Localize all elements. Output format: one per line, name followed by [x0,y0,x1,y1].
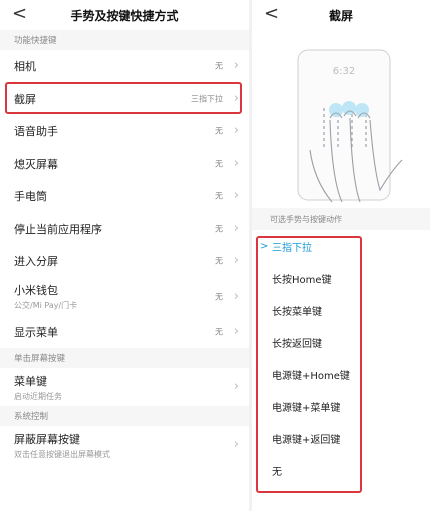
option-label: 电源键+Home键 [272,370,350,382]
gesture-illustration: 6:32 [252,30,430,208]
chevron-right-icon: › [233,188,239,203]
setting-row-flashlight[interactable]: 手电筒 无 › [0,180,249,213]
chevron-right-icon: › [233,123,239,138]
chevron-right-icon: › [233,288,239,304]
setting-row-mask-keys[interactable]: 屏蔽屏幕按键 双击任意按键退出屏幕模式 › [0,426,249,464]
setting-row-split-screen[interactable]: 进入分屏 无 › [0,245,249,278]
row-label: 进入分屏 [14,255,58,269]
row-subtitle: 公交/Mi Pay/门卡 [14,301,78,310]
option-label: 长按返回键 [272,338,322,350]
row-value: 无 [215,126,223,136]
setting-row-screenshot[interactable]: 截屏 三指下拉 › [0,82,249,115]
section-header-system: 系统控制 [0,406,249,426]
option-none[interactable]: 无 [252,454,430,486]
row-label: 截屏 [14,92,36,106]
option-label: 长按Home键 [272,274,332,286]
setting-row-menu-key[interactable]: 菜单键 启动近期任务 › [0,368,249,406]
row-label: 菜单键 [14,374,47,388]
option-long-press-menu[interactable]: 长按菜单键 [252,294,430,326]
chevron-right-icon: › [233,436,239,452]
setting-row-voice-assistant[interactable]: 语音助手 无 › [0,115,249,148]
three-finger-swipe-illustration: 6:32 [297,49,403,203]
row-label: 显示菜单 [14,325,58,339]
row-label: 语音助手 [14,125,58,139]
options-header: 可选手势与按键动作 [252,208,430,230]
row-value: 无 [215,224,223,234]
row-value: 无 [215,256,223,266]
setting-row-stop-app[interactable]: 停止当前应用程序 无 › [0,212,249,245]
section-header-screen-keys: 单击屏幕按键 [0,348,249,368]
option-label: 无 [272,466,282,478]
row-value: 三指下拉 [191,94,223,104]
row-label: 手电筒 [14,190,47,204]
option-long-press-back[interactable]: 长按返回键 [252,326,430,358]
row-value: 无 [215,61,223,71]
row-value: 无 [215,159,223,169]
row-label: 屏蔽屏幕按键 [14,432,80,446]
chevron-right-icon: › [233,155,239,171]
row-subtitle: 双击任意按键退出屏幕模式 [14,449,110,459]
option-long-press-home[interactable]: 长按Home键 [252,262,430,294]
chevron-right-icon: › [233,323,239,339]
row-label: 停止当前应用程序 [14,222,102,236]
setting-row-camera[interactable]: 相机 无 › [0,50,249,83]
screenshot-gesture-screen: < 截屏 6:32 可选手势与按键动作 > 三指下拉 长按Home键 长按菜单键 [252,0,430,511]
row-label: 熄灭屏幕 [14,157,58,171]
option-label: 电源键+返回键 [272,434,341,446]
row-label: 相机 [14,60,36,74]
option-power-back[interactable]: 电源键+返回键 [252,422,430,454]
top-bar: < 截屏 [252,0,430,30]
row-label: 小米钱包 [14,284,58,297]
row-value: 无 [215,327,223,337]
setting-row-mi-wallet[interactable]: 小米钱包 公交/Mi Pay/门卡 无 › [0,277,249,316]
back-arrow-icon[interactable]: < [264,3,279,25]
section-header-function: 功能快捷键 [0,30,249,50]
row-value: 无 [215,292,223,301]
row-subtitle: 启动近期任务 [14,391,62,401]
top-bar: < 手势及按键快捷方式 [0,0,249,30]
option-label: 电源键+菜单键 [272,402,341,414]
chevron-right-icon: › [233,220,239,236]
page-title: 手势及按键快捷方式 [70,8,179,23]
option-power-menu[interactable]: 电源键+菜单键 [252,390,430,422]
chevron-right-icon: › [233,90,239,106]
option-label: 长按菜单键 [272,306,322,318]
chevron-right-icon: › [233,58,239,73]
option-power-home[interactable]: 电源键+Home键 [252,358,430,390]
phone-clock-text: 6:32 [333,66,355,77]
option-three-finger-pull[interactable]: > 三指下拉 [252,230,430,262]
setting-row-show-menu[interactable]: 显示菜单 无 › [0,315,249,348]
chevron-right-icon: › [233,253,239,268]
row-value: 无 [215,191,223,201]
setting-row-screen-off[interactable]: 熄灭屏幕 无 › [0,147,249,180]
option-label: 三指下拉 [272,242,312,254]
selected-indicator-icon: > [260,240,269,252]
page-title: 截屏 [328,8,353,23]
back-arrow-icon[interactable]: < [12,3,27,25]
chevron-right-icon: › [233,378,239,394]
shortcut-settings-screen: < 手势及按键快捷方式 功能快捷键 相机 无 › 截屏 三指下拉 › 语音助手 … [0,0,249,511]
